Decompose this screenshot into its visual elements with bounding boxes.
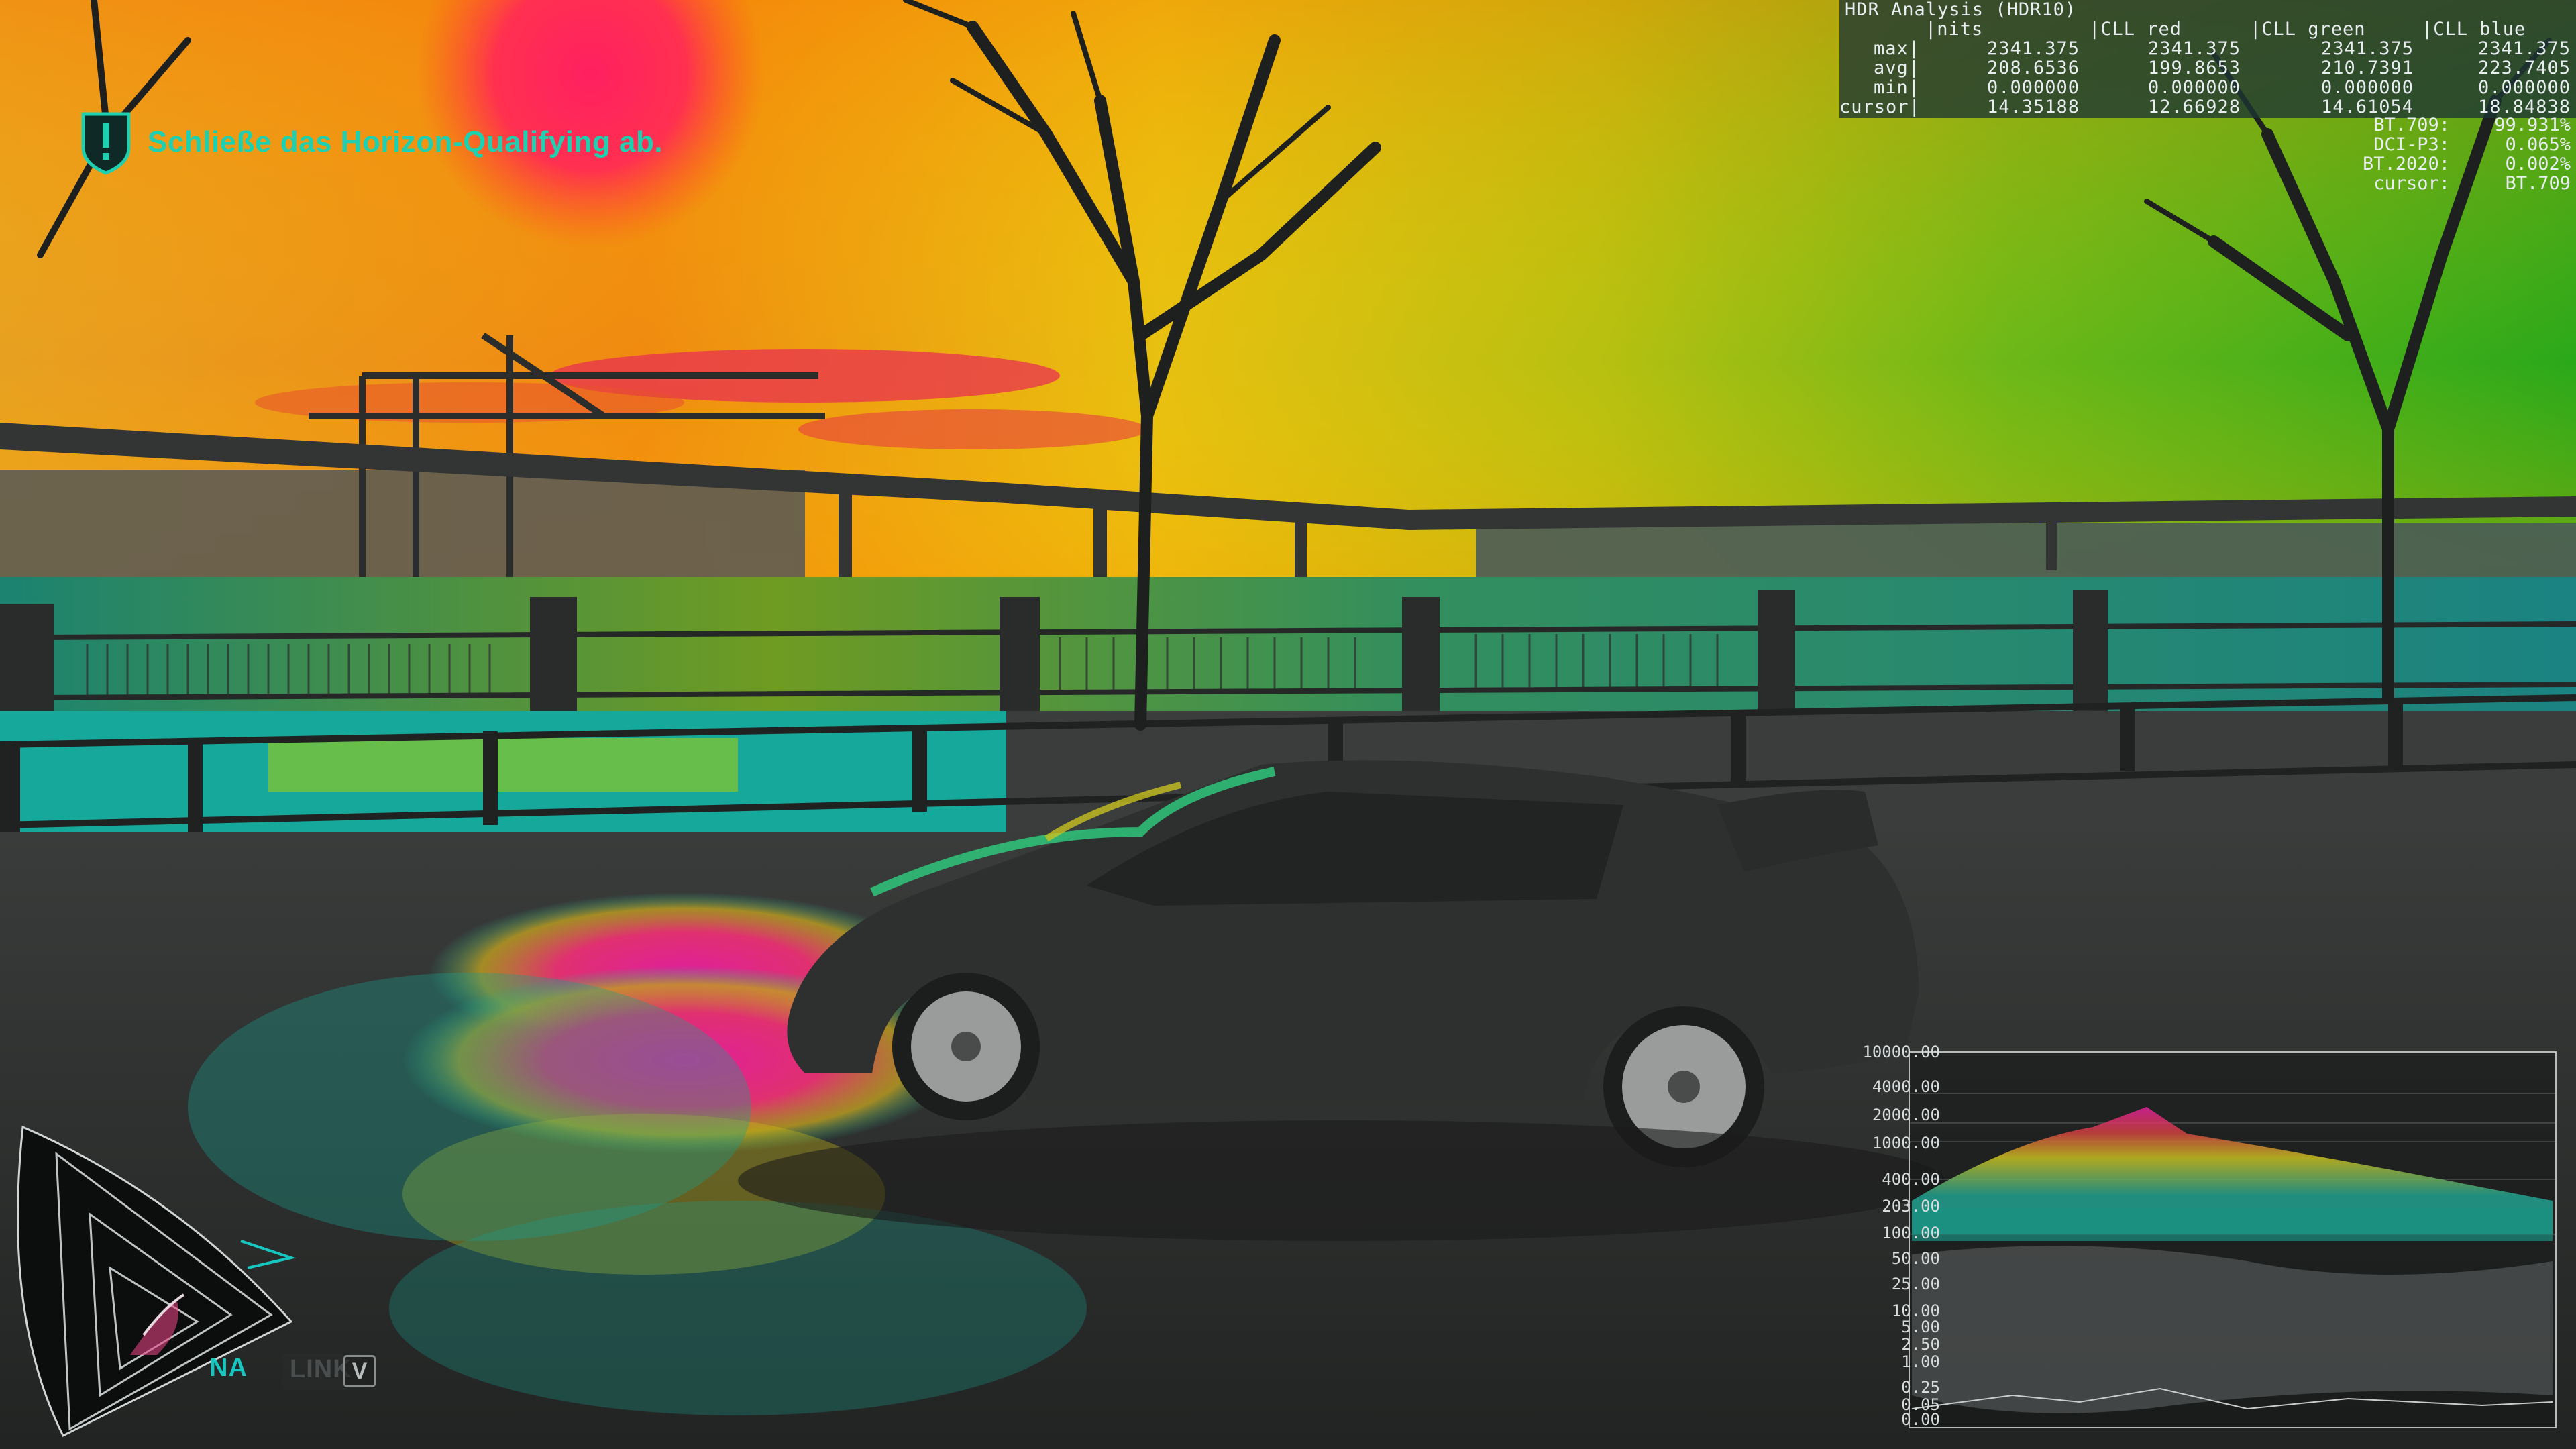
shield-exclamation-icon [81,112,131,175]
gamut-coverage: BT.709: 99.931% DCI-P3: 0.065% BT.2020: 0.0… [2235,115,2571,193]
gamut-row-bt709: BT.709: 99.931% [2373,115,2571,136]
header-cll-blue: |CLL blue [2422,19,2526,40]
hdr-row-cursor: cursor| 14.35188 12.66928 14.61054 18.84… [1839,97,2571,117]
scale-label: 5.00 [1901,1318,1940,1336]
scale-label: 10000.00 [1862,1042,1940,1061]
scale-label: 203.00 [1882,1197,1940,1216]
objective: Schließe das Horizon-Qualifying ab. [79,109,663,176]
header-nits: |nits [1925,19,1984,40]
scale-label: 2.50 [1901,1335,1940,1354]
scale-label: 0.00 [1901,1410,1940,1429]
cie-gamut-diagram [17,1125,297,1438]
scale-label: 100.00 [1882,1224,1940,1242]
gamut-row-dcip3: DCI-P3: 0.065% [2373,134,2571,155]
header-cll-red: |CLL red [2089,19,2182,40]
luminance-histogram: 10000.00 4000.00 2000.00 1000.00 400.00 … [1811,1033,2564,1429]
scale-label: 50.00 [1891,1249,1940,1268]
hdr-row-max: max| 2341.375 2341.375 2341.375 2341.375 [1873,38,2571,59]
hdr-row-avg: avg| 208.6536 199.8653 210.7391 223.7405 [1873,58,2571,78]
scale-label: 400.00 [1882,1170,1940,1189]
hdr-row-min: min| 0.000000 0.000000 0.000000 0.000000 [1873,77,2571,98]
hdr-analysis-panel: HDR Analysis (HDR10) |nits |CLL red |CLL… [1839,0,2576,118]
scale-label: 1000.00 [1872,1134,1940,1152]
gamut-row-cursor: cursor: BT.709 [2373,173,2571,194]
scale-label: 4000.00 [1872,1077,1940,1096]
scale-label: 0.25 [1901,1378,1940,1397]
scale-label: 2000.00 [1872,1106,1940,1124]
scale-label: 25.00 [1891,1275,1940,1293]
header-cll-green: |CLL green [2250,19,2366,40]
scale-label: 1.00 [1901,1352,1940,1371]
hdr-header-row: |nits |CLL red |CLL green |CLL blue [1839,19,2576,39]
keybind-v-icon[interactable]: V [343,1355,376,1387]
region-tag: NA [209,1354,248,1382]
hdr-analysis-title: HDR Analysis (HDR10) [1845,0,2077,20]
objective-text: Schließe das Horizon-Qualifying ab. [148,125,663,158]
gamut-row-bt2020: BT.2020: 0.002% [2362,154,2571,174]
